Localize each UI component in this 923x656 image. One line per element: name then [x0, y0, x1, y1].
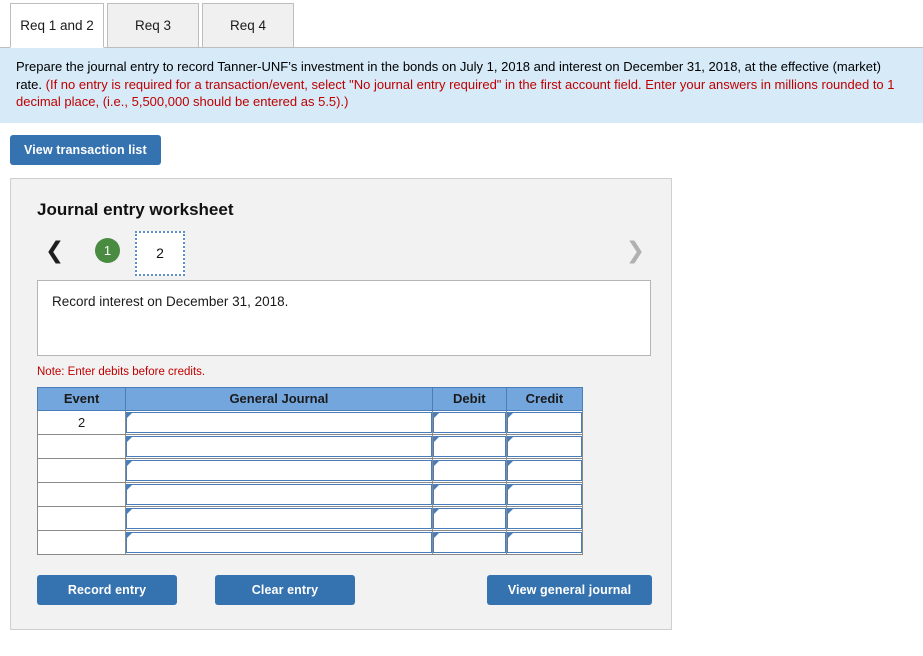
journal-entry-worksheet-panel: Journal entry worksheet ❮ 1 2 ❯ Record i… — [10, 177, 672, 630]
instructions-note-text: (If no entry is required for a transacti… — [16, 76, 895, 110]
general-journal-input[interactable] — [126, 531, 432, 553]
column-header-event: Event — [36, 386, 127, 411]
general-journal-input[interactable] — [126, 507, 432, 529]
credit-cell — [505, 457, 584, 483]
table-row — [36, 457, 584, 483]
tab-req-1-and-2[interactable]: Req 1 and 2 — [10, 3, 104, 48]
view-transaction-list-button[interactable]: View transaction list — [10, 134, 161, 165]
entry-description-text: Record interest on December 31, 2018. — [52, 293, 289, 309]
pager-page-1[interactable]: 1 — [95, 237, 120, 263]
general-journal-cell — [125, 433, 433, 459]
debit-input[interactable] — [432, 411, 506, 433]
debits-before-credits-note: Note: Enter debits before credits. — [37, 365, 206, 378]
table-row — [36, 433, 584, 459]
debit-cell — [431, 409, 507, 435]
debit-cell — [431, 457, 507, 483]
pager-page-label: 2 — [156, 245, 164, 261]
event-cell — [36, 505, 127, 531]
credit-cell — [505, 529, 584, 555]
table-row — [36, 529, 584, 555]
tab-req-3[interactable]: Req 3 — [107, 3, 199, 48]
column-header-debit: Debit — [431, 386, 507, 411]
event-cell — [36, 457, 127, 483]
debit-input[interactable] — [432, 531, 506, 553]
tab-label: Req 1 and 2 — [20, 18, 94, 33]
view-general-journal-button[interactable]: View general journal — [487, 574, 652, 605]
tab-label: Req 4 — [229, 18, 267, 33]
instructions-banner: Prepare the journal entry to record Tann… — [0, 48, 923, 123]
event-cell: 2 — [36, 409, 127, 435]
worksheet-actions: Record entry Clear entry View general jo… — [37, 574, 652, 607]
debit-cell — [431, 481, 507, 507]
credit-input[interactable] — [506, 459, 582, 481]
tab-req-4[interactable]: Req 4 — [202, 3, 294, 48]
debit-cell — [431, 529, 507, 555]
entry-description-box: Record interest on December 31, 2018. — [37, 279, 651, 356]
general-journal-input[interactable] — [126, 483, 432, 505]
column-header-general-journal: General Journal — [125, 386, 433, 411]
general-journal-cell — [125, 529, 433, 555]
chevron-left-icon[interactable]: ❮ — [45, 239, 64, 263]
clear-entry-button[interactable]: Clear entry — [215, 574, 355, 605]
table-header-row: Event General Journal Debit Credit — [36, 386, 584, 411]
credit-cell — [505, 409, 584, 435]
worksheet-pager: ❮ 1 2 ❯ — [37, 230, 651, 280]
general-journal-cell — [125, 481, 433, 507]
general-journal-cell — [125, 409, 433, 435]
credit-cell — [505, 481, 584, 507]
debit-input[interactable] — [432, 483, 506, 505]
toolbar: View transaction list — [0, 123, 923, 165]
chevron-right-icon[interactable]: ❯ — [626, 239, 645, 263]
journal-entry-table: Event General Journal Debit Credit 2 — [36, 386, 584, 555]
general-journal-input[interactable] — [126, 411, 432, 433]
credit-cell — [505, 505, 584, 531]
credit-input[interactable] — [506, 411, 582, 433]
pager-page-label: 1 — [103, 242, 112, 258]
credit-input[interactable] — [506, 531, 582, 553]
credit-cell — [505, 433, 584, 459]
record-entry-button[interactable]: Record entry — [37, 574, 177, 605]
general-journal-cell — [125, 457, 433, 483]
debit-cell — [431, 433, 507, 459]
debit-input[interactable] — [432, 507, 506, 529]
credit-input[interactable] — [506, 507, 582, 529]
column-header-credit: Credit — [505, 386, 584, 411]
tab-label: Req 3 — [134, 18, 172, 33]
panel-title: Journal entry worksheet — [37, 199, 234, 219]
debit-input[interactable] — [432, 459, 506, 481]
debit-input[interactable] — [432, 435, 506, 457]
general-journal-input[interactable] — [126, 459, 432, 481]
general-journal-input[interactable] — [126, 435, 432, 457]
table-row — [36, 505, 584, 531]
event-cell — [36, 481, 127, 507]
debit-cell — [431, 505, 507, 531]
event-cell — [36, 529, 127, 555]
tab-bar: Req 1 and 2 Req 3 Req 4 — [0, 0, 923, 48]
table-row: 2 — [36, 409, 584, 435]
pager-page-2[interactable]: 2 — [135, 230, 185, 276]
table-row — [36, 481, 584, 507]
event-cell — [36, 433, 127, 459]
general-journal-cell — [125, 505, 433, 531]
credit-input[interactable] — [506, 435, 582, 457]
credit-input[interactable] — [506, 483, 582, 505]
